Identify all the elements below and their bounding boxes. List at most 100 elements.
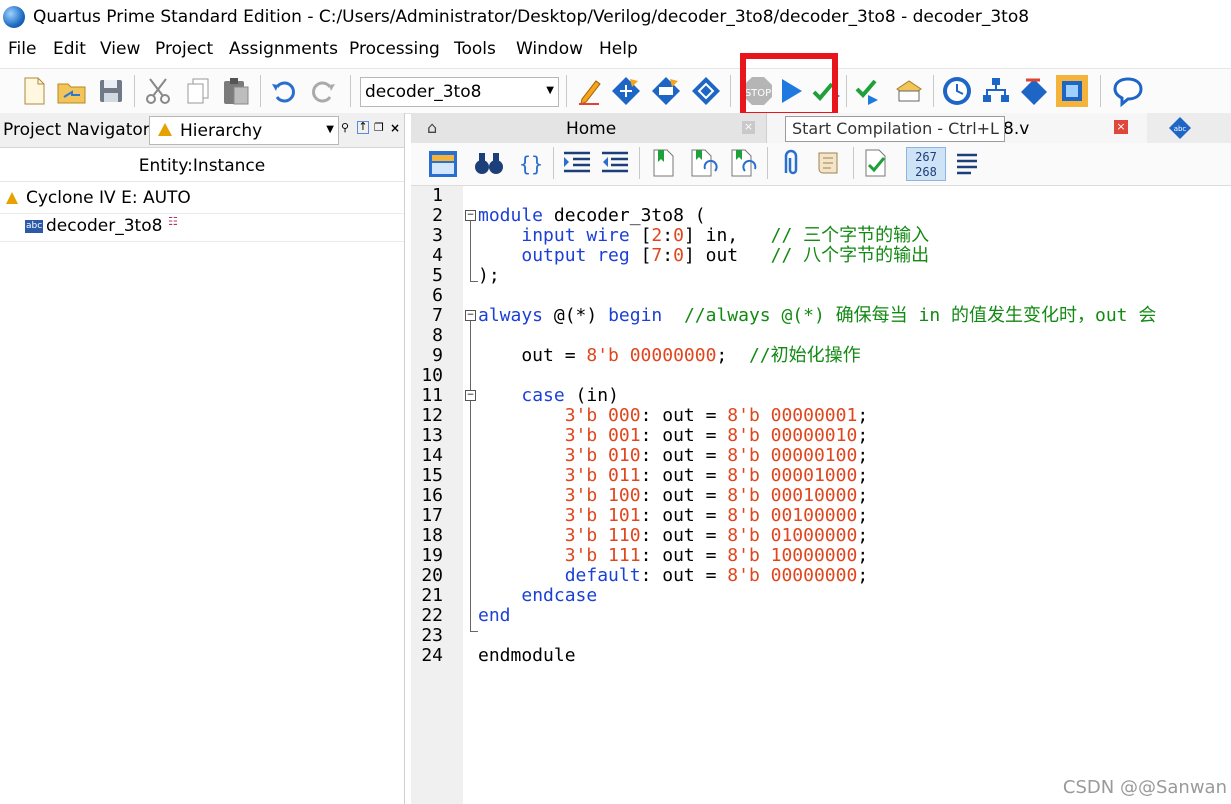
netlist-viewer-icon[interactable] — [980, 75, 1012, 107]
code-token: : out = — [640, 525, 728, 546]
code-token: ; — [716, 345, 749, 366]
previous-bookmark-icon[interactable] — [727, 147, 759, 179]
chip-planner-icon[interactable] — [1018, 75, 1050, 107]
menu-edit[interactable]: Edit — [53, 39, 86, 59]
code-token: // 八个字节的输出 — [770, 245, 930, 266]
code-token: ; — [857, 485, 869, 506]
device-label: Cyclone IV E: AUTO — [26, 188, 191, 208]
code-line: end — [478, 606, 511, 626]
menu-file[interactable]: File — [8, 39, 36, 59]
analysis-elaboration-icon[interactable] — [610, 75, 642, 107]
braces-match-icon[interactable]: {} — [515, 147, 547, 179]
timing-analyzer-check-icon[interactable] — [854, 75, 886, 107]
tab-file-label: 8.v — [1003, 119, 1030, 139]
code-token: //always @(*) 确保每当 in 的值发生变化时，out 会 — [683, 305, 1157, 326]
quartus-logo-icon — [3, 6, 25, 28]
line-number: 8 — [432, 325, 443, 346]
code-line: 3'b 000: out = 8'b 00000001; — [478, 406, 868, 426]
code-token: 8'b 00010000 — [727, 485, 858, 506]
code-token: 3'b 001 — [564, 425, 641, 446]
undo-icon[interactable] — [268, 75, 300, 107]
save-icon[interactable] — [95, 75, 127, 107]
fold-toggle-icon[interactable]: − — [465, 390, 476, 401]
navigator-view-select[interactable]: Hierarchy ▼ — [149, 116, 339, 145]
code-token: [ — [629, 245, 652, 266]
tab-abc[interactable]: abc — [1148, 113, 1231, 143]
menu-processing[interactable]: Processing — [349, 39, 440, 59]
programmer-icon[interactable] — [893, 75, 925, 107]
start-compilation-tooltip: Start Compilation - Ctrl+L — [785, 116, 1005, 142]
tab-home-label: Home — [566, 119, 617, 139]
code-token: ; — [857, 545, 869, 566]
tab-file-close-icon[interactable]: × — [1114, 120, 1128, 134]
scroll-script-icon[interactable] — [813, 147, 845, 179]
align-text-icon[interactable] — [951, 147, 983, 179]
insert-template-icon[interactable] — [427, 147, 459, 179]
paste-icon[interactable] — [220, 75, 252, 107]
increase-indent-icon[interactable] — [561, 147, 593, 179]
tree-row-device[interactable]: Cyclone IV E: AUTO — [0, 185, 404, 214]
line-number: 19 — [421, 545, 443, 566]
line-number: 23 — [421, 625, 443, 646]
pin-planner-icon[interactable] — [1056, 75, 1088, 107]
code-token: 8'b 01000000 — [727, 525, 858, 546]
menu-help[interactable]: Help — [599, 39, 638, 59]
attachment-icon[interactable] — [775, 147, 807, 179]
fold-toggle-icon[interactable]: − — [465, 310, 476, 321]
bookmark-icon[interactable] — [647, 147, 679, 179]
line-number: 7 — [432, 305, 443, 326]
code-token: ] in, — [683, 225, 771, 246]
code-token: 2 — [651, 225, 663, 246]
project-navigator-panel: Project Navigator Hierarchy ▼ ⚲ ↑ ❐ × En… — [0, 113, 405, 804]
analysis-synthesis-icon[interactable] — [650, 75, 682, 107]
code-line: default: out = 8'b 00000000; — [478, 566, 868, 586]
new-file-icon[interactable] — [18, 75, 50, 107]
pin-icon[interactable]: ↑ — [357, 121, 369, 134]
code-token: : — [662, 225, 674, 246]
copy-icon[interactable] — [182, 75, 214, 107]
line-number: 4 — [432, 245, 443, 266]
line-numbers-toggle[interactable]: 267 268 — [906, 147, 946, 181]
menu-tools[interactable]: Tools — [454, 39, 496, 59]
tree-row-top-entity[interactable]: abc decoder_3to8 ☷ — [0, 213, 404, 242]
float-window-icon[interactable]: ❐ — [374, 121, 384, 134]
code-token: ; — [857, 425, 869, 446]
timing-clock-icon[interactable] — [941, 75, 973, 107]
chat-help-icon[interactable] — [1112, 75, 1144, 107]
line-number: 15 — [421, 465, 443, 486]
next-bookmark-icon[interactable] — [687, 147, 719, 179]
menu-project[interactable]: Project — [155, 39, 213, 59]
redo-icon[interactable] — [307, 75, 339, 107]
close-icon[interactable]: × — [390, 121, 400, 135]
find-binoculars-icon[interactable] — [473, 147, 505, 179]
edit-pencil-icon[interactable] — [574, 75, 606, 107]
fold-guide-end — [470, 281, 478, 282]
fitter-icon[interactable] — [690, 75, 722, 107]
decrease-indent-icon[interactable] — [599, 147, 631, 179]
open-folder-icon[interactable] — [56, 75, 88, 107]
code-token: 3'b 000 — [564, 405, 641, 426]
code-token: 0 — [673, 225, 684, 246]
code-editor[interactable]: − − − module decoder_3to8 ( input wire [… — [463, 186, 1231, 804]
tab-home-close-icon[interactable]: × — [742, 121, 755, 134]
cut-icon[interactable] — [142, 75, 174, 107]
top-entity-select[interactable]: decoder_3to8 ▼ — [360, 77, 559, 107]
code-token: : out = — [640, 445, 728, 466]
search-icon[interactable]: ⚲ — [341, 121, 349, 134]
menu-assignments[interactable]: Assignments — [229, 39, 338, 59]
fold-toggle-icon[interactable]: − — [465, 210, 476, 221]
tab-home[interactable]: ⌂ Home × — [411, 113, 767, 143]
menu-view[interactable]: View — [100, 39, 140, 59]
svg-text:abc: abc — [1174, 125, 1187, 133]
check-syntax-icon[interactable] — [861, 147, 893, 179]
code-line: case (in) — [478, 386, 619, 406]
fold-guide — [470, 401, 471, 631]
menu-window[interactable]: Window — [516, 39, 583, 59]
top-entity-value: decoder_3to8 — [365, 82, 482, 102]
line-number: 20 — [421, 565, 443, 586]
device-icon — [6, 192, 18, 204]
hierarchy-triangle-icon — [158, 123, 172, 136]
code-token: 8'b 00100000 — [727, 505, 858, 526]
